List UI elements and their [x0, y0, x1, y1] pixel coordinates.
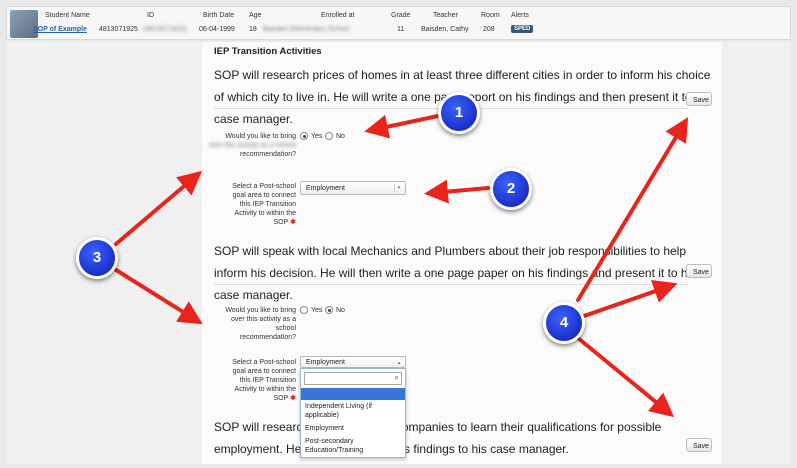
header-id: ID — [147, 12, 154, 19]
goal-question-line: Select a Post-school — [232, 359, 296, 366]
student-birth-date: 06-04-1999 — [199, 26, 235, 33]
select-value: Employment — [306, 359, 345, 366]
save-button-2[interactable]: Save — [686, 264, 712, 278]
step-marker-1: 1 — [438, 92, 480, 134]
chevron-up-icon: ▴ — [397, 360, 401, 366]
main-panel: IEP Transition Activities SOP will resea… — [6, 42, 791, 464]
goal-question-line: Activity to within the — [234, 386, 296, 393]
header-grade: Grade — [391, 12, 411, 19]
select-value: Employment — [306, 185, 345, 192]
chevron-down-icon: ▾ — [394, 184, 403, 192]
radio-no-2[interactable]: No — [325, 306, 345, 314]
student-grade: 11 — [397, 26, 405, 33]
step-marker-3: 3 — [76, 237, 118, 279]
dropdown-option-independent-living[interactable]: Independent Living (if applicable) — [301, 400, 405, 422]
header-alerts: Alerts — [511, 12, 529, 19]
goal-area-question-1: Select a Post-school goal area to connec… — [208, 182, 296, 227]
recommend-question-line: school — [275, 325, 296, 332]
recommend-question-line: over this activity as a — [231, 316, 296, 323]
goal-question-line: Select a Post-school — [232, 183, 296, 190]
header-age: Age — [249, 12, 262, 19]
header-student-name: Student Name — [45, 12, 90, 19]
sped-badge: SPED — [511, 25, 534, 33]
header-birth-date: Birth Date — [203, 12, 235, 19]
required-asterisk-icon: ✱ — [290, 395, 296, 402]
dropdown-option-postsecondary[interactable]: Post-secondary Education/Training — [301, 435, 405, 457]
step-marker-2: 2 — [490, 168, 532, 210]
goal-area-dropdown: ⌕ Independent Living (if applicable) Emp… — [300, 368, 406, 458]
goal-question-line: goal area to connect — [232, 192, 296, 199]
required-asterisk-icon: ✱ — [290, 219, 296, 226]
goal-area-select-1[interactable]: Employment ▾ — [300, 181, 406, 195]
recommend-question-2: Would you like to bring over this activi… — [208, 306, 296, 342]
goal-question-line: this IEP Transition — [239, 377, 296, 384]
radio-yes-2[interactable]: Yes — [300, 306, 322, 314]
save-button-1[interactable]: Save — [686, 92, 712, 106]
student-id: 4813071925 — [99, 26, 138, 33]
student-id-secondary: (4813071925) — [143, 26, 187, 33]
radio-no-label: No — [336, 132, 345, 140]
goal-question-line: SOP — [273, 219, 289, 226]
goal-area-question-2: Select a Post-school goal area to connec… — [208, 358, 296, 403]
goal-question-line: SOP — [273, 395, 289, 402]
dropdown-option-employment[interactable]: Employment — [301, 422, 405, 435]
goal-question-line: this IEP Transition — [239, 201, 296, 208]
radio-no-1[interactable]: No — [325, 132, 345, 140]
dropdown-option-blank[interactable] — [301, 388, 405, 400]
recommend-question-line: recommendation? — [239, 151, 296, 158]
save-button-3[interactable]: Save — [686, 438, 712, 452]
dropdown-search-input[interactable]: ⌕ — [304, 372, 402, 385]
header-enrolled: Enrolled at — [321, 12, 355, 19]
student-teacher: Baisden, Cathy — [421, 26, 469, 33]
screenshot-frame: Student Name ID Birth Date Age Enrolled … — [0, 0, 797, 468]
recommend-question-line: Would you like to bring — [225, 307, 296, 314]
student-enrolled: Baisden Elementary School — [263, 26, 349, 33]
goal-question-line: Activity to within the — [234, 210, 296, 217]
student-name-link[interactable]: SOP of Example — [33, 26, 87, 33]
student-age: 18 — [249, 26, 257, 33]
student-room: 208 — [483, 26, 495, 33]
step-marker-4: 4 — [543, 302, 585, 344]
radio-yes-label: Yes — [311, 306, 323, 314]
recommend-question-line: Would you like to bring — [225, 133, 296, 140]
recommend-question-line: recommendation? — [239, 334, 296, 341]
activity-text-2: SOP will speak with local Mechanics and … — [214, 244, 697, 302]
radio-selected-icon — [325, 306, 333, 314]
divider — [214, 284, 688, 285]
goal-area-select-2[interactable]: Employment ▴ — [300, 356, 406, 368]
radio-yes-1[interactable]: Yes — [300, 132, 322, 140]
section-title: IEP Transition Activities — [214, 46, 322, 57]
activity-text-3: SOP will research local insurance compan… — [214, 420, 662, 456]
recommend-question-line: over this activity as a school — [208, 142, 296, 149]
radio-no-label: No — [336, 306, 345, 314]
recommend-question-1: Would you like to bring over this activi… — [208, 132, 296, 159]
search-icon: ⌕ — [394, 373, 399, 382]
radio-unselected-icon — [325, 132, 333, 140]
student-avatar — [10, 10, 38, 38]
radio-yes-label: Yes — [311, 132, 323, 140]
radio-selected-icon — [300, 132, 308, 140]
radio-unselected-icon — [300, 306, 308, 314]
goal-question-line: goal area to connect — [232, 368, 296, 375]
student-info-bar: Student Name ID Birth Date Age Enrolled … — [6, 6, 791, 40]
header-room: Room — [481, 12, 500, 19]
header-teacher: Teacher — [433, 12, 458, 19]
